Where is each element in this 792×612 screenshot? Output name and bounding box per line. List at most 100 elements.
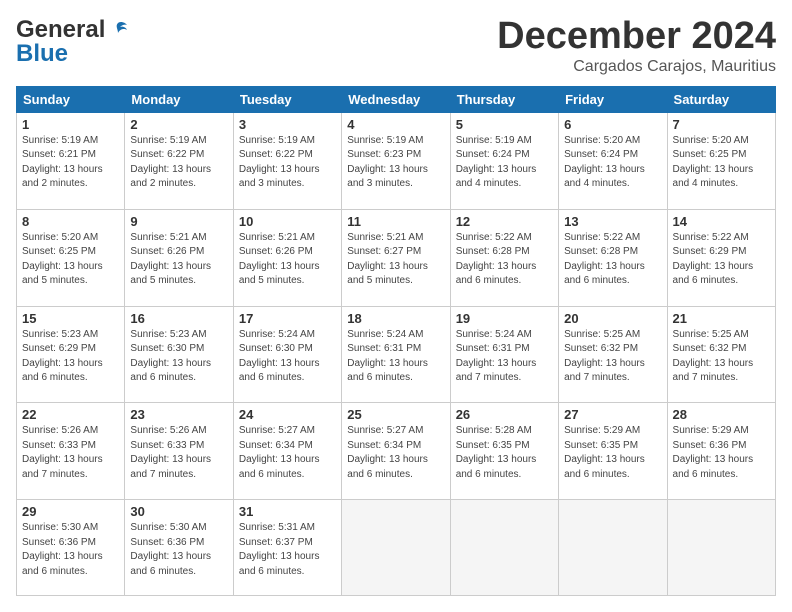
calendar-cell — [667, 500, 775, 596]
day-info: Sunrise: 5:25 AMSunset: 6:32 PMDaylight:… — [673, 328, 770, 386]
day-info: Sunrise: 5:19 AMSunset: 6:23 PMDaylight:… — [347, 134, 444, 192]
day-info: Sunrise: 5:23 AMSunset: 6:29 PMDaylight:… — [22, 328, 119, 386]
weekday-header-saturday: Saturday — [667, 86, 775, 112]
day-number: 2 — [130, 117, 227, 132]
calendar-cell: 8Sunrise: 5:20 AMSunset: 6:25 PMDaylight… — [17, 209, 125, 306]
day-info: Sunrise: 5:20 AMSunset: 6:25 PMDaylight:… — [673, 134, 770, 192]
calendar-cell: 1 Sunrise: 5:19 AMSunset: 6:21 PMDaylight… — [17, 112, 125, 209]
weekday-header-sunday: Sunday — [17, 86, 125, 112]
calendar-cell: 10Sunrise: 5:21 AMSunset: 6:26 PMDayligh… — [233, 209, 341, 306]
calendar-cell: 22 Sunrise: 5:26 AMSunset: 6:33 PMDayligh… — [17, 403, 125, 500]
day-number: 15 — [22, 311, 119, 326]
logo-bird-icon — [107, 19, 129, 41]
calendar-cell — [450, 500, 558, 596]
day-info: Sunrise: 5:29 AMSunset: 6:35 PMDaylight:… — [564, 424, 661, 482]
calendar-cell: 19 Sunrise: 5:24 AMSunset: 6:31 PMDayligh… — [450, 306, 558, 403]
calendar-row-2: 15 Sunrise: 5:23 AMSunset: 6:29 PMDayligh… — [17, 306, 776, 403]
calendar-cell: 20Sunrise: 5:25 AMSunset: 6:32 PMDayligh… — [559, 306, 667, 403]
calendar-cell: 30Sunrise: 5:30 AMSunset: 6:36 PMDayligh… — [125, 500, 233, 596]
day-info: Sunrise: 5:27 AMSunset: 6:34 PMDaylight:… — [239, 424, 336, 482]
day-number: 18 — [347, 311, 444, 326]
calendar-cell — [342, 500, 450, 596]
day-info: Sunrise: 5:24 AMSunset: 6:30 PMDaylight:… — [239, 328, 336, 386]
day-info: Sunrise: 5:21 AMSunset: 6:26 PMDaylight:… — [130, 231, 227, 289]
calendar-cell: 25Sunrise: 5:27 AMSunset: 6:34 PMDayligh… — [342, 403, 450, 500]
day-number: 11 — [347, 214, 444, 229]
calendar-cell: 27 Sunrise: 5:29 AMSunset: 6:35 PMDayligh… — [559, 403, 667, 500]
day-number: 21 — [673, 311, 770, 326]
day-info: Sunrise: 5:19 AMSunset: 6:24 PMDaylight:… — [456, 134, 553, 192]
calendar-cell: 9 Sunrise: 5:21 AMSunset: 6:26 PMDaylight… — [125, 209, 233, 306]
calendar-cell: 7 Sunrise: 5:20 AMSunset: 6:25 PMDaylight… — [667, 112, 775, 209]
calendar-header-row: SundayMondayTuesdayWednesdayThursdayFrid… — [17, 86, 776, 112]
day-info: Sunrise: 5:21 AMSunset: 6:27 PMDaylight:… — [347, 231, 444, 289]
day-number: 26 — [456, 407, 553, 422]
page: General Blue December 2024 Cargados Cara… — [0, 0, 792, 612]
day-number: 16 — [130, 311, 227, 326]
calendar-row-0: 1 Sunrise: 5:19 AMSunset: 6:21 PMDaylight… — [17, 112, 776, 209]
day-number: 17 — [239, 311, 336, 326]
day-info: Sunrise: 5:28 AMSunset: 6:35 PMDaylight:… — [456, 424, 553, 482]
day-info: Sunrise: 5:26 AMSunset: 6:33 PMDaylight:… — [22, 424, 119, 482]
day-info: Sunrise: 5:29 AMSunset: 6:36 PMDaylight:… — [673, 424, 770, 482]
day-number: 13 — [564, 214, 661, 229]
day-info: Sunrise: 5:22 AMSunset: 6:28 PMDaylight:… — [456, 231, 553, 289]
logo: General Blue — [16, 16, 129, 68]
day-number: 25 — [347, 407, 444, 422]
calendar-cell: 28 Sunrise: 5:29 AMSunset: 6:36 PMDayligh… — [667, 403, 775, 500]
day-info: Sunrise: 5:22 AMSunset: 6:28 PMDaylight:… — [564, 231, 661, 289]
calendar-cell: 2 Sunrise: 5:19 AMSunset: 6:22 PMDaylight… — [125, 112, 233, 209]
day-info: Sunrise: 5:31 AMSunset: 6:37 PMDaylight:… — [239, 521, 336, 579]
calendar-cell: 15 Sunrise: 5:23 AMSunset: 6:29 PMDayligh… — [17, 306, 125, 403]
location: Cargados Carajos, Mauritius — [497, 58, 776, 76]
calendar-cell: 26 Sunrise: 5:28 AMSunset: 6:35 PMDayligh… — [450, 403, 558, 500]
day-number: 28 — [673, 407, 770, 422]
weekday-header-tuesday: Tuesday — [233, 86, 341, 112]
calendar-row-4: 29Sunrise: 5:30 AMSunset: 6:36 PMDayligh… — [17, 500, 776, 596]
day-number: 6 — [564, 117, 661, 132]
day-info: Sunrise: 5:20 AMSunset: 6:25 PMDaylight:… — [22, 231, 119, 289]
calendar-row-3: 22 Sunrise: 5:26 AMSunset: 6:33 PMDayligh… — [17, 403, 776, 500]
day-number: 7 — [673, 117, 770, 132]
day-number: 19 — [456, 311, 553, 326]
weekday-header-friday: Friday — [559, 86, 667, 112]
day-number: 22 — [22, 407, 119, 422]
day-info: Sunrise: 5:19 AMSunset: 6:22 PMDaylight:… — [130, 134, 227, 192]
header: General Blue December 2024 Cargados Cara… — [16, 16, 776, 76]
day-info: Sunrise: 5:24 AMSunset: 6:31 PMDaylight:… — [456, 328, 553, 386]
calendar-cell: 13 Sunrise: 5:22 AMSunset: 6:28 PMDayligh… — [559, 209, 667, 306]
day-number: 31 — [239, 504, 336, 519]
day-info: Sunrise: 5:20 AMSunset: 6:24 PMDaylight:… — [564, 134, 661, 192]
calendar-cell: 29Sunrise: 5:30 AMSunset: 6:36 PMDayligh… — [17, 500, 125, 596]
day-number: 27 — [564, 407, 661, 422]
weekday-header-thursday: Thursday — [450, 86, 558, 112]
calendar-cell: 12 Sunrise: 5:22 AMSunset: 6:28 PMDayligh… — [450, 209, 558, 306]
weekday-header-monday: Monday — [125, 86, 233, 112]
calendar-cell: 14 Sunrise: 5:22 AMSunset: 6:29 PMDayligh… — [667, 209, 775, 306]
day-info: Sunrise: 5:21 AMSunset: 6:26 PMDaylight:… — [239, 231, 336, 289]
day-info: Sunrise: 5:30 AMSunset: 6:36 PMDaylight:… — [130, 521, 227, 579]
day-number: 1 — [22, 117, 119, 132]
day-info: Sunrise: 5:22 AMSunset: 6:29 PMDaylight:… — [673, 231, 770, 289]
day-number: 5 — [456, 117, 553, 132]
day-info: Sunrise: 5:19 AMSunset: 6:22 PMDaylight:… — [239, 134, 336, 192]
day-info: Sunrise: 5:24 AMSunset: 6:31 PMDaylight:… — [347, 328, 444, 386]
calendar-cell: 17 Sunrise: 5:24 AMSunset: 6:30 PMDayligh… — [233, 306, 341, 403]
day-number: 14 — [673, 214, 770, 229]
calendar-cell: 24Sunrise: 5:27 AMSunset: 6:34 PMDayligh… — [233, 403, 341, 500]
calendar-cell: 31 Sunrise: 5:31 AMSunset: 6:37 PMDayligh… — [233, 500, 341, 596]
calendar-cell: 6 Sunrise: 5:20 AMSunset: 6:24 PMDaylight… — [559, 112, 667, 209]
day-number: 4 — [347, 117, 444, 132]
day-info: Sunrise: 5:19 AMSunset: 6:21 PMDaylight:… — [22, 134, 119, 192]
day-number: 3 — [239, 117, 336, 132]
day-info: Sunrise: 5:23 AMSunset: 6:30 PMDaylight:… — [130, 328, 227, 386]
day-number: 12 — [456, 214, 553, 229]
calendar: SundayMondayTuesdayWednesdayThursdayFrid… — [16, 86, 776, 596]
day-info: Sunrise: 5:25 AMSunset: 6:32 PMDaylight:… — [564, 328, 661, 386]
calendar-cell: 11 Sunrise: 5:21 AMSunset: 6:27 PMDayligh… — [342, 209, 450, 306]
calendar-cell: 18 Sunrise: 5:24 AMSunset: 6:31 PMDayligh… — [342, 306, 450, 403]
calendar-cell — [559, 500, 667, 596]
calendar-cell: 21 Sunrise: 5:25 AMSunset: 6:32 PMDayligh… — [667, 306, 775, 403]
weekday-header-wednesday: Wednesday — [342, 86, 450, 112]
day-number: 9 — [130, 214, 227, 229]
